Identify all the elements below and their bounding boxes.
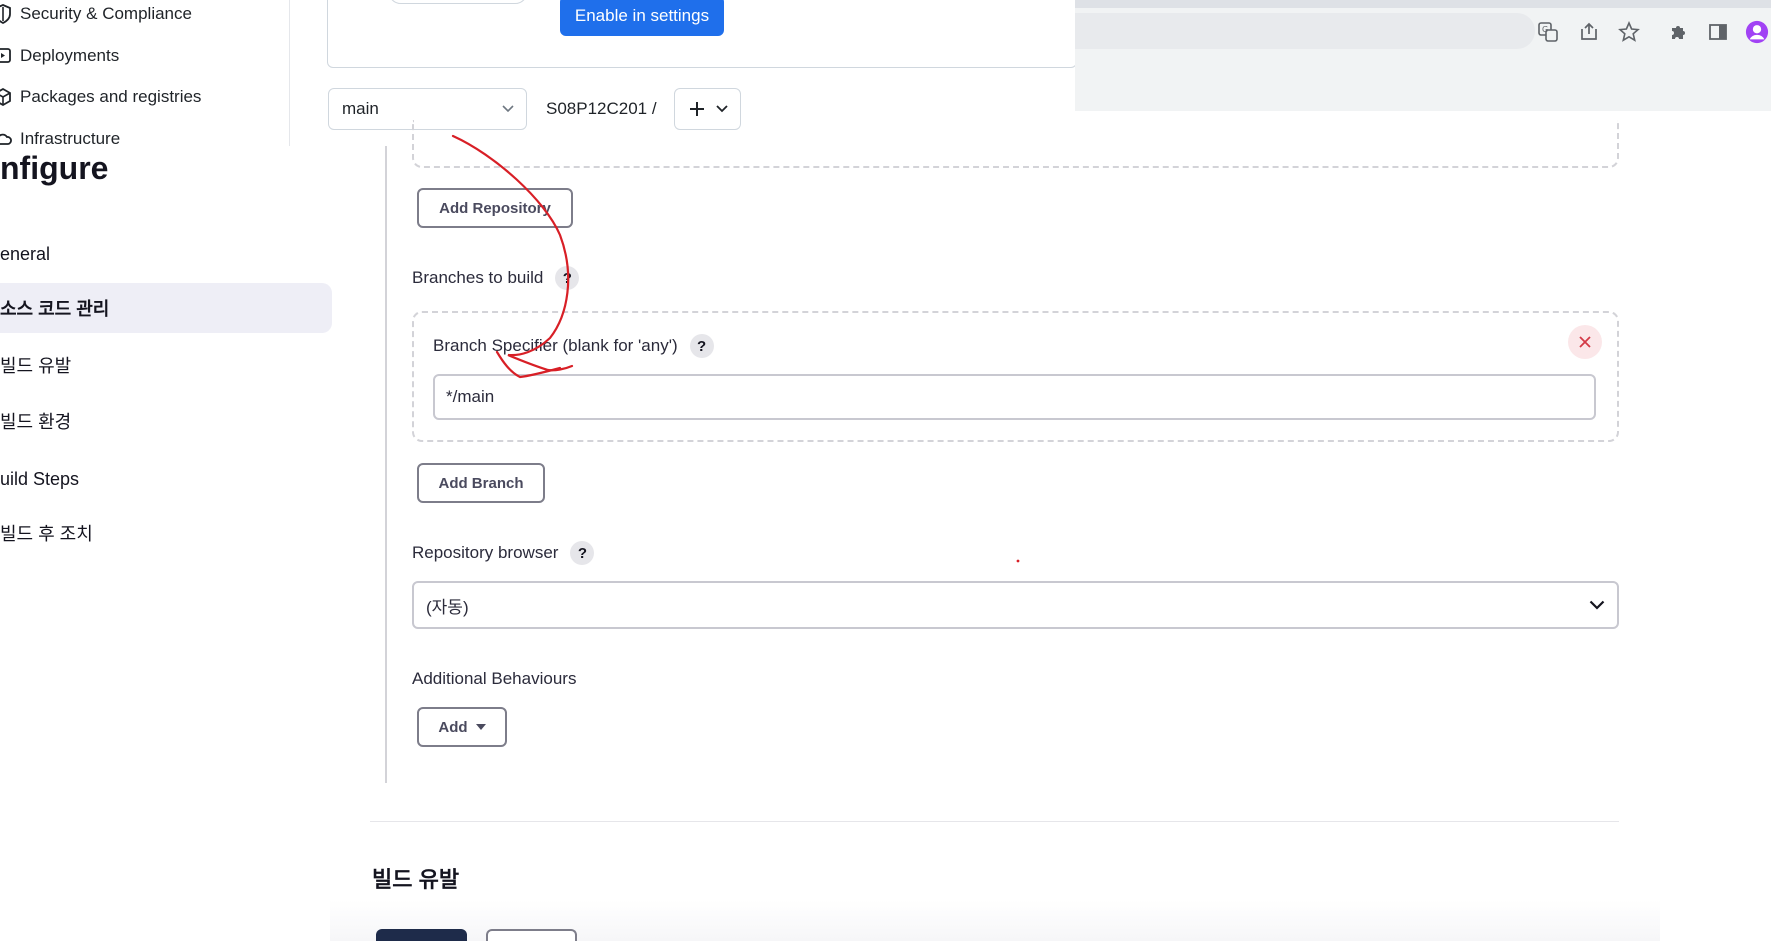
extension-icon[interactable] xyxy=(1667,20,1691,44)
sidebar-item-packages[interactable]: Packages and registries xyxy=(0,87,201,107)
sidebar-item-label: Infrastructure xyxy=(20,129,121,146)
sidebar-item-label: Security & Compliance xyxy=(20,4,192,23)
shield-icon xyxy=(0,4,11,24)
star-icon[interactable] xyxy=(1617,20,1641,44)
branch-specifier-label: Branch Specifier (blank for 'any') ? xyxy=(433,334,714,358)
sidebar-item-label: Deployments xyxy=(20,46,120,65)
add-behaviour-button[interactable]: Add xyxy=(417,707,507,747)
chevron-down-icon xyxy=(715,105,728,113)
add-repository-button[interactable]: Add Repository xyxy=(417,188,573,228)
section-indent-line xyxy=(385,146,387,783)
share-icon[interactable] xyxy=(1577,20,1601,44)
repository-box-bottom xyxy=(412,120,1619,168)
package-icon xyxy=(0,87,11,107)
help-icon[interactable]: ? xyxy=(689,334,714,358)
repository-browser-value: (자동) xyxy=(426,597,469,617)
help-icon[interactable]: ? xyxy=(555,266,580,290)
page-title: nfigure xyxy=(0,150,109,186)
enable-in-settings-button[interactable]: Enable in settings xyxy=(560,0,724,36)
sidebar-item-label: Packages and registries xyxy=(20,87,202,106)
plus-icon xyxy=(689,102,704,116)
sidebar-item-deployments[interactable]: Deployments xyxy=(0,46,119,66)
nav-item-label: eneral xyxy=(0,243,51,264)
add-branch-button[interactable]: Add Branch xyxy=(417,463,545,503)
nav-item-general[interactable]: eneral xyxy=(0,229,332,279)
chrome-tabstrip xyxy=(1075,0,1771,8)
nav-item-post-build[interactable]: 빌드 후 조치 xyxy=(0,508,332,558)
branch-specifier-input[interactable]: */main xyxy=(433,374,1596,420)
github-sidebar: Security & Compliance Deployments Packag… xyxy=(0,0,290,146)
branch-specifier-text: Branch Specifier (blank for 'any') xyxy=(433,336,678,355)
branch-selector-label: main xyxy=(342,99,379,118)
nav-item-build-triggers[interactable]: 빌드 유발 xyxy=(0,340,332,390)
section-heading-build-triggers: 빌드 유발 xyxy=(372,867,460,892)
svg-text:G: G xyxy=(1542,25,1548,34)
cloud-icon xyxy=(0,133,12,145)
nav-item-scm[interactable]: 소스 코드 관리 xyxy=(0,283,332,333)
close-icon xyxy=(1579,336,1591,348)
nav-item-label: 빌드 후 조치 xyxy=(0,524,93,544)
banner-pill-button[interactable] xyxy=(388,0,528,4)
sidebar-item-security[interactable]: Security & Compliance xyxy=(0,4,192,24)
repository-browser-select[interactable]: (자동) xyxy=(412,581,1619,629)
apply-button[interactable] xyxy=(486,929,577,941)
sidepanel-icon[interactable] xyxy=(1706,20,1730,44)
branches-to-build-label: Branches to build ? xyxy=(412,266,580,290)
repository-browser-text: Repository browser xyxy=(412,543,559,562)
nav-item-label: 소스 코드 관리 xyxy=(0,299,110,319)
chevron-down-icon xyxy=(1589,600,1605,610)
section-divider xyxy=(370,821,1619,822)
repository-browser-label: Repository browser ? xyxy=(412,541,595,565)
github-banner: Enable in settings xyxy=(327,0,1077,68)
remove-branch-button[interactable] xyxy=(1568,325,1602,359)
save-button[interactable] xyxy=(376,929,467,941)
translate-icon[interactable]: G xyxy=(1536,20,1560,44)
nav-item-label: uild Steps xyxy=(0,468,80,489)
profile-avatar-icon[interactable] xyxy=(1745,20,1769,44)
nav-item-build-steps[interactable]: uild Steps xyxy=(0,454,332,504)
add-button-label: Add xyxy=(438,718,468,736)
nav-item-build-environment[interactable]: 빌드 환경 xyxy=(0,396,332,446)
nav-item-label: 빌드 환경 xyxy=(0,412,72,432)
nav-item-label: 빌드 유발 xyxy=(0,356,72,376)
caret-down-icon xyxy=(475,724,486,730)
chevron-down-icon xyxy=(502,105,514,113)
help-icon[interactable]: ? xyxy=(570,541,595,565)
branches-to-build-text: Branches to build xyxy=(412,268,544,287)
sidebar-item-infrastructure[interactable]: Infrastructure xyxy=(0,129,120,146)
rocket-icon xyxy=(0,48,11,63)
additional-behaviours-label: Additional Behaviours xyxy=(412,669,577,688)
repo-breadcrumb[interactable]: S08P12C201 / xyxy=(546,99,657,119)
address-bar[interactable] xyxy=(1075,13,1535,49)
